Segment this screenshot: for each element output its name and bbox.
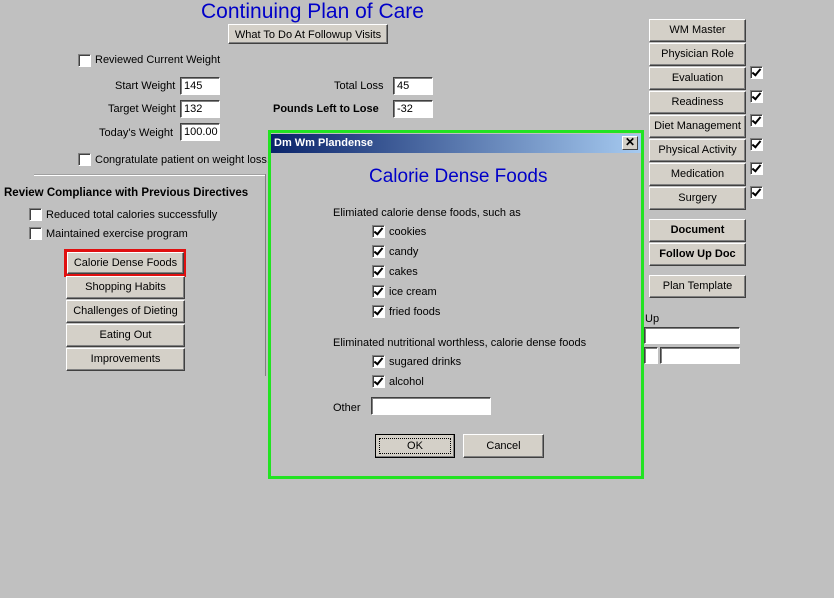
cakes-label: cakes: [389, 266, 418, 278]
alcohol-checkbox[interactable]: [372, 375, 385, 388]
follow-up-partial-label: Up: [645, 313, 660, 325]
nav-medication[interactable]: Medication: [649, 163, 746, 186]
pounds-left-label: Pounds Left to Lose: [273, 103, 379, 115]
readiness-checkbox[interactable]: [750, 90, 763, 103]
section2-label: Eliminated nutritional worthless, calori…: [333, 337, 587, 349]
improvements-button[interactable]: Improvements: [66, 348, 185, 371]
eating-out-button[interactable]: Eating Out: [66, 324, 185, 347]
nav-physician-role[interactable]: Physician Role: [649, 43, 746, 66]
todays-weight-label: Today's Weight: [99, 127, 174, 139]
fried-foods-label: fried foods: [389, 306, 441, 318]
shopping-habits-button[interactable]: Shopping Habits: [66, 276, 185, 299]
followup-visits-button[interactable]: What To Do At Followup Visits: [228, 24, 388, 44]
start-weight-field[interactable]: 145: [180, 77, 220, 95]
physical-activity-checkbox[interactable]: [750, 138, 763, 151]
evaluation-checkbox[interactable]: [750, 66, 763, 79]
reduced-calories-label: Reduced total calories successfully: [46, 209, 218, 221]
cancel-button[interactable]: Cancel: [463, 434, 544, 458]
calorie-dense-foods-button[interactable]: Calorie Dense Foods: [67, 252, 184, 274]
target-weight-label: Target Weight: [108, 103, 176, 115]
other-label: Other: [333, 402, 361, 414]
fried-foods-checkbox[interactable]: [372, 305, 385, 318]
target-weight-field[interactable]: 132: [180, 100, 220, 118]
other-input[interactable]: [371, 397, 491, 415]
nav-wm-master[interactable]: WM Master: [649, 19, 746, 42]
section-divider: [34, 174, 266, 176]
maintained-exercise-label: Maintained exercise program: [46, 228, 188, 240]
close-icon[interactable]: ✕: [622, 136, 638, 150]
surgery-checkbox[interactable]: [750, 186, 763, 199]
dialog-heading: Calorie Dense Foods: [369, 166, 548, 187]
follow-up-doc-button[interactable]: Follow Up Doc: [649, 243, 746, 266]
alcohol-label: alcohol: [389, 376, 424, 388]
follow-up-field-2[interactable]: [644, 347, 658, 364]
nav-physical-activity[interactable]: Physical Activity: [649, 139, 746, 162]
calorie-dense-foods-dialog: Dm Wm Plandense ✕ Calorie Dense Foods El…: [268, 130, 644, 479]
medication-checkbox[interactable]: [750, 162, 763, 175]
challenges-of-dieting-button[interactable]: Challenges of Dieting: [66, 300, 185, 323]
reduced-calories-checkbox[interactable]: [29, 208, 42, 221]
candy-label: candy: [389, 246, 419, 258]
ice-cream-label: ice cream: [389, 286, 437, 298]
congratulate-checkbox[interactable]: [78, 153, 91, 166]
reviewed-weight-checkbox[interactable]: [78, 54, 91, 67]
section-border: [265, 174, 266, 376]
cookies-checkbox[interactable]: [372, 225, 385, 238]
total-loss-field[interactable]: 45: [393, 77, 433, 95]
page-title: Continuing Plan of Care: [201, 0, 424, 23]
candy-checkbox[interactable]: [372, 245, 385, 258]
nav-surgery[interactable]: Surgery: [649, 187, 746, 210]
cakes-checkbox[interactable]: [372, 265, 385, 278]
diet-management-checkbox[interactable]: [750, 114, 763, 127]
plan-template-button[interactable]: Plan Template: [649, 275, 746, 298]
congratulate-label: Congratulate patient on weight loss,: [95, 154, 270, 166]
ice-cream-checkbox[interactable]: [372, 285, 385, 298]
dialog-window-title: Dm Wm Plandense: [274, 137, 374, 149]
ok-button[interactable]: OK: [375, 434, 455, 458]
maintained-exercise-checkbox[interactable]: [29, 227, 42, 240]
nav-readiness[interactable]: Readiness: [649, 91, 746, 114]
cookies-label: cookies: [389, 226, 427, 238]
pounds-left-field[interactable]: -32: [393, 100, 433, 118]
todays-weight-field[interactable]: 100.00: [180, 123, 220, 141]
nav-diet-management[interactable]: Diet Management: [649, 115, 746, 138]
total-loss-label: Total Loss: [334, 80, 384, 92]
compliance-heading: Review Compliance with Previous Directiv…: [4, 187, 249, 199]
reviewed-weight-label: Reviewed Current Weight: [95, 54, 221, 66]
sugared-drinks-label: sugared drinks: [389, 356, 462, 368]
nav-evaluation[interactable]: Evaluation: [649, 67, 746, 90]
dialog-titlebar[interactable]: Dm Wm Plandense ✕: [271, 134, 641, 153]
follow-up-field-1[interactable]: [644, 327, 740, 344]
sugared-drinks-checkbox[interactable]: [372, 355, 385, 368]
follow-up-field-3[interactable]: [660, 347, 740, 364]
section1-label: Elimiated calorie dense foods, such as: [333, 207, 521, 219]
document-button[interactable]: Document: [649, 219, 746, 242]
start-weight-label: Start Weight: [115, 80, 176, 92]
